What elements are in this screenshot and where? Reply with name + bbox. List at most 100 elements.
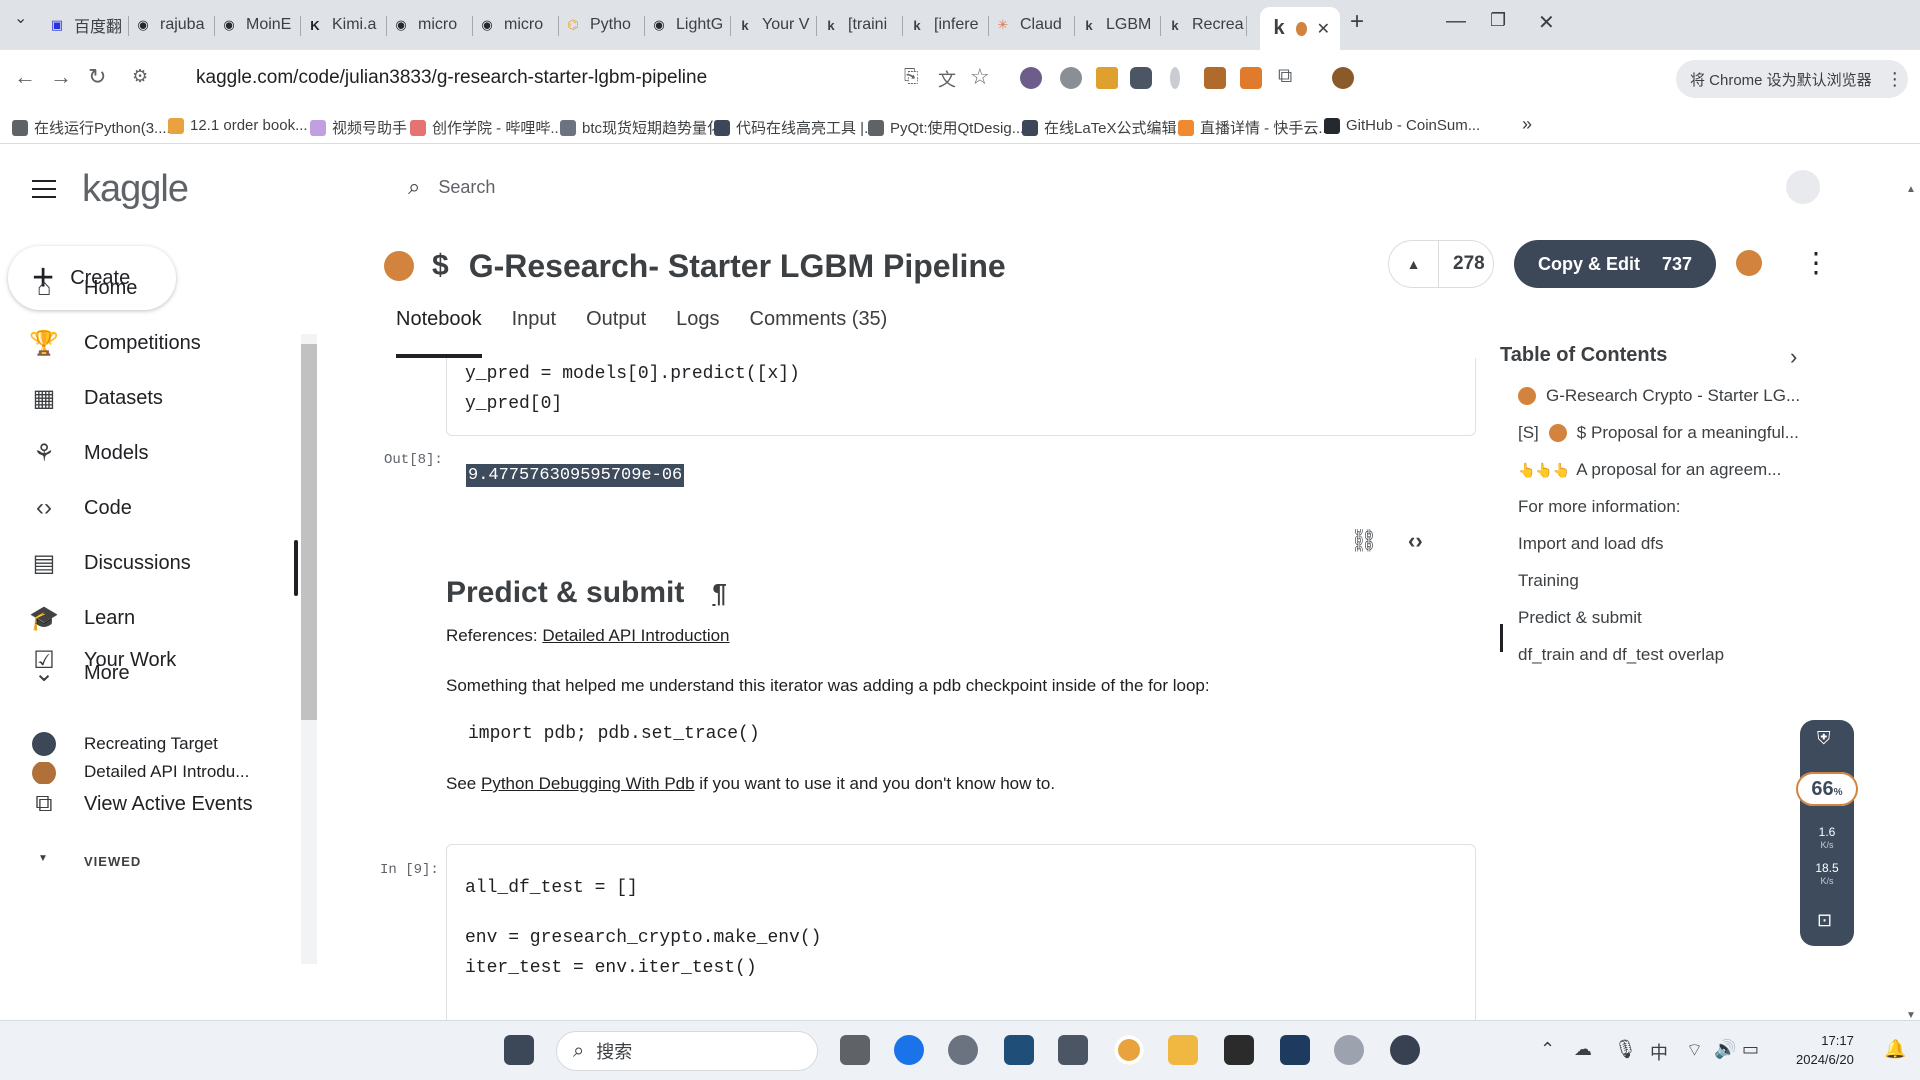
more-options-icon[interactable]: ⋮	[1802, 246, 1830, 279]
sidebar-scrollbar[interactable]	[301, 334, 317, 964]
browser-tab[interactable]: ◉ rajuba	[134, 7, 212, 43]
wifi-icon[interactable]: ⌔	[1686, 1039, 1703, 1062]
bookmark-item[interactable]: 视频号助手	[310, 117, 407, 138]
clock[interactable]: 17:17 2024/6/20	[1796, 1031, 1854, 1069]
browser-tab[interactable]: k [traini	[822, 7, 900, 43]
site-info-icon[interactable]: ⚙	[132, 66, 148, 87]
code-toggle-icon[interactable]: ‹›	[1408, 528, 1423, 554]
tab-output[interactable]: Output	[586, 308, 646, 358]
code-cell[interactable]: all_df_test = [] env = gresearch_crypto.…	[446, 844, 1476, 1020]
close-tab-icon[interactable]: ✕	[1317, 19, 1330, 39]
more-vert-icon[interactable]: ⋮	[1886, 69, 1904, 90]
sidebar-item-learn[interactable]: 🎓 Learn	[28, 598, 135, 638]
browser-tab[interactable]: k [infere	[908, 7, 986, 43]
menu-icon[interactable]	[32, 180, 56, 198]
sidebar-item-home[interactable]: ⌂ Home	[28, 268, 138, 308]
app-icon[interactable]	[1058, 1035, 1088, 1065]
browser-tab[interactable]: K Kimi.a	[306, 7, 384, 43]
bookmark-item[interactable]: GitHub - CoinSum...	[1324, 117, 1480, 134]
browser-tab[interactable]: ▣ 百度翻	[48, 7, 126, 43]
extension-icon[interactable]	[1204, 67, 1226, 89]
scroll-down-icon[interactable]: ▼	[1906, 1010, 1916, 1020]
view-active-events[interactable]: ⧉ View Active Events	[28, 784, 252, 824]
pycharm-icon[interactable]	[1280, 1035, 1310, 1065]
reload-icon[interactable]: ↻	[88, 64, 106, 90]
tab-logs[interactable]: Logs	[676, 308, 719, 358]
upvote-widget[interactable]: ▲ 278	[1388, 240, 1494, 288]
forward-icon[interactable]: →	[50, 64, 72, 90]
kaggle-logo[interactable]: kaggle	[82, 168, 189, 211]
browser-tab[interactable]: k Your V	[736, 7, 814, 43]
close-window-icon[interactable]: ✕	[1538, 10, 1555, 35]
browser-tab[interactable]: ◉ micro	[478, 7, 556, 43]
app-icon[interactable]	[1390, 1035, 1420, 1065]
task-view-icon[interactable]	[840, 1035, 870, 1065]
tab-search-button[interactable]: ⌄	[14, 8, 27, 28]
back-icon[interactable]: ←	[14, 64, 36, 90]
browser-tab[interactable]: ◉ MoinE	[220, 7, 298, 43]
browser-tab[interactable]: ◉ micro	[392, 7, 470, 43]
user-avatar[interactable]	[1786, 170, 1820, 204]
browser-tab[interactable]: k Recrea	[1166, 7, 1244, 43]
battery-icon[interactable]: ▭	[1742, 1039, 1759, 1060]
minimize-icon[interactable]: —	[1446, 10, 1466, 33]
link-icon[interactable]: ⛓	[1350, 528, 1378, 554]
browser-tab[interactable]: ◉ LightG	[650, 7, 728, 43]
bookmark-item[interactable]: 在线LaTeX公式编辑...	[1022, 117, 1189, 138]
terminal-icon[interactable]	[1224, 1035, 1254, 1065]
tab-input[interactable]: Input	[512, 308, 556, 358]
toc-item[interactable]: [S] $ Proposal for a meaningful...	[1518, 423, 1799, 443]
restore-icon[interactable]: ❐	[1490, 10, 1506, 31]
viewed-item[interactable]: Detailed API Introdu...	[28, 762, 249, 784]
extension-icon[interactable]	[1060, 67, 1082, 89]
viewed-item[interactable]: Recreating Target	[28, 724, 218, 764]
tab-notebook[interactable]: Notebook	[396, 308, 482, 358]
bookmark-item[interactable]: 代码在线高亮工具 |...	[714, 117, 877, 138]
ime-indicator[interactable]: 中	[1650, 1039, 1668, 1065]
toc-item[interactable]: Import and load dfs	[1518, 534, 1664, 554]
taskbar-search[interactable]: ⌕ 搜索	[556, 1031, 818, 1071]
new-tab-button[interactable]: +	[1350, 8, 1364, 36]
toc-item[interactable]: Training	[1518, 571, 1579, 591]
volume-icon[interactable]: 🔊	[1714, 1039, 1736, 1060]
active-tab[interactable]: k ✕	[1260, 7, 1340, 50]
sidebar-item-your-work[interactable]: ☑ Your Work	[28, 640, 176, 680]
bookmark-item[interactable]: btc现货短期趋势量化	[560, 117, 722, 138]
bookmark-item[interactable]: 直播详情 - 快手云...	[1178, 117, 1331, 138]
url-field[interactable]: kaggle.com/code/julian3833/g-research-st…	[196, 67, 707, 89]
upvote-arrow-icon[interactable]: ▲	[1389, 240, 1439, 288]
sidebar-item-datasets[interactable]: ▦ Datasets	[28, 378, 163, 418]
sidebar-item-discussions[interactable]: ▤ Discussions	[28, 543, 191, 583]
api-intro-link[interactable]: Detailed API Introduction	[542, 626, 729, 645]
collapse-icon[interactable]: ▼	[38, 853, 49, 864]
install-app-icon[interactable]: ⎘	[904, 66, 918, 87]
copy-edit-button[interactable]: Copy & Edit 737	[1514, 240, 1716, 288]
toc-item[interactable]: Predict & submit	[1518, 608, 1642, 628]
tab-comments[interactable]: Comments (35)	[750, 308, 888, 358]
set-default-browser-button[interactable]: 将 Chrome 设为默认浏览器 ⋮	[1676, 60, 1908, 98]
edge-icon[interactable]	[894, 1035, 924, 1065]
sidebar-item-code[interactable]: ‹› Code	[28, 488, 132, 528]
camera-icon[interactable]: ⊡	[1817, 910, 1832, 931]
anchor-link[interactable]: ¶	[712, 578, 726, 609]
page-scrollbar[interactable]: ▲ ▼	[1902, 184, 1920, 1020]
bookmark-item[interactable]: PyQt:使用QtDesig...	[868, 117, 1024, 138]
code-cell[interactable]: y_pred = models[0].predict([x]) y_pred[0…	[446, 358, 1476, 436]
pdb-link[interactable]: Python Debugging With Pdb	[481, 774, 695, 793]
app-icon[interactable]	[948, 1035, 978, 1065]
cloud-icon[interactable]: ☁	[1574, 1039, 1592, 1060]
browser-tab[interactable]: ✳ Claud	[994, 7, 1072, 43]
extension-icon[interactable]	[1130, 67, 1152, 89]
translate-icon[interactable]: 文	[938, 66, 956, 92]
toc-item[interactable]: 👆👆👆 A proposal for an agreem...	[1518, 460, 1781, 480]
toc-item[interactable]: df_train and df_test overlap	[1518, 645, 1724, 665]
extension-icon[interactable]	[1020, 67, 1042, 89]
bookmark-item[interactable]: 创作学院 - 哔哩哔...	[410, 117, 563, 138]
chrome-icon[interactable]	[1114, 1035, 1144, 1065]
mic-icon[interactable]: 🎙	[1614, 1039, 1637, 1060]
network-speed-widget[interactable]: ⛨ 66% 1.6 K/s 18.5 K/s ⊡	[1796, 720, 1858, 946]
extension-icon[interactable]	[1240, 67, 1262, 89]
profile-avatar[interactable]	[1332, 67, 1354, 89]
browser-tab[interactable]: ⌬ Pytho	[564, 7, 642, 43]
photos-icon[interactable]	[1004, 1035, 1034, 1065]
